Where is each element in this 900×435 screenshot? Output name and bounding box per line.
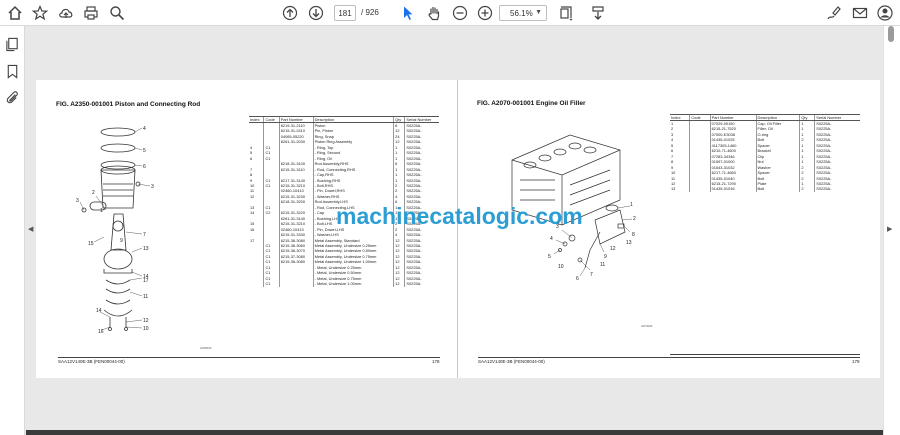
right-table-rule — [670, 354, 860, 355]
callout-label: 16 — [98, 329, 104, 335]
select-cursor-icon[interactable] — [399, 4, 417, 22]
print-icon[interactable] — [82, 4, 100, 22]
table-cell — [689, 186, 711, 192]
callout-label: 4 — [143, 126, 146, 132]
collapse-right-pane-icon[interactable]: ▶ — [887, 225, 892, 233]
zoom-search-icon[interactable] — [108, 4, 126, 22]
right-figure-title: FIG. A2070-001001 Engine Oil Filler — [477, 100, 586, 107]
callout-label: 1 — [100, 208, 103, 214]
callout-label: 9 — [120, 238, 123, 244]
sign-icon[interactable] — [825, 4, 843, 22]
left-footer-code: SAA12V140E-3B (FEN00044-00) — [58, 359, 125, 364]
table-row: 13 01435-01016 Bolt 2 S0225A- — [670, 186, 860, 192]
chevron-down-icon: ▼ — [535, 9, 542, 16]
hand-tool-icon[interactable] — [425, 4, 443, 22]
callout-label: 3 — [76, 198, 79, 204]
right-parts-table: Index Code Part Number Description Qty Serial… — [670, 114, 860, 192]
piston-connecting-rod-drawing: 4 5 6 3 2 3 1 7 15 13 9 14 17 11 14 12 1… — [76, 126, 154, 335]
home-icon[interactable] — [6, 4, 24, 22]
left-footer-rule — [58, 357, 440, 358]
zoom-out-icon[interactable] — [451, 4, 469, 22]
callout-label: 10 — [558, 264, 564, 270]
callout-label: 6 — [576, 276, 579, 282]
table-row: C1 - Metal, Undersize 1.00mm 12 S0225A- — [249, 281, 439, 287]
right-drawing-ref: A2070K01 — [641, 325, 653, 328]
scroll-mode-icon[interactable] — [589, 4, 607, 22]
left-parts-table: Index Code Part Number Description Qty Serial… — [249, 116, 439, 287]
zoom-level-value: 56.1% — [510, 8, 533, 18]
callout-label: 1 — [630, 202, 633, 208]
callout-label: 12 — [610, 246, 616, 252]
right-footer-code: SAA12V140E-3B (FEN00044-00) — [478, 359, 545, 364]
left-drawing-ref: A2350K01 — [200, 347, 212, 350]
callout-label: 6 — [143, 164, 146, 170]
collapse-left-pane-icon[interactable]: ◀ — [28, 225, 33, 233]
left-page-number: 178 — [432, 359, 440, 364]
table-cell: 13 — [671, 186, 676, 192]
previous-page-icon[interactable] — [281, 4, 299, 22]
callout-label: 10 — [143, 326, 149, 332]
callout-label: 4 — [550, 236, 553, 242]
watermark-text: machinecatalogic.com — [336, 203, 583, 229]
right-footer-rule — [478, 357, 860, 358]
toolbar: 181 / 926 56.1% ▼ — [0, 0, 900, 26]
next-page-icon[interactable] — [307, 4, 325, 22]
table-cell: 12 — [393, 281, 405, 287]
zoom-in-icon[interactable] — [476, 4, 494, 22]
bookmark-star-icon[interactable] — [31, 4, 49, 22]
account-icon[interactable] — [876, 4, 894, 22]
callout-label: 11 — [600, 262, 605, 268]
page-total-label: / 926 — [361, 8, 379, 17]
callout-label: 8 — [632, 232, 635, 238]
left-navigation-pane — [0, 26, 25, 435]
table-cell: S0225A- — [814, 186, 860, 192]
fit-page-icon[interactable] — [557, 4, 575, 22]
zoom-level-select[interactable]: 56.1% ▼ — [499, 5, 547, 21]
table-cell: 01435-01016 — [709, 186, 757, 192]
right-page-number: 179 — [852, 359, 860, 364]
table-cell — [249, 281, 264, 286]
callout-label: 15 — [88, 241, 94, 247]
callout-label: 3 — [151, 184, 154, 190]
bookmarks-icon[interactable] — [5, 64, 20, 79]
bottom-bar — [26, 430, 883, 435]
callout-label: 7 — [590, 272, 593, 278]
callout-label: 12 — [143, 318, 149, 324]
callout-label: 2 — [633, 216, 636, 222]
callout-label: 5 — [548, 254, 551, 260]
email-icon[interactable] — [851, 4, 869, 22]
callout-label: 17 — [143, 278, 149, 284]
callout-label: 13 — [143, 246, 149, 252]
callout-label: 5 — [143, 148, 146, 154]
table-cell — [278, 281, 314, 287]
table-cell: S0225A- — [404, 281, 439, 287]
callout-label: 2 — [92, 190, 95, 196]
callout-label: 7 — [143, 232, 146, 238]
cloud-upload-icon[interactable] — [57, 4, 75, 22]
attachments-icon[interactable] — [5, 90, 20, 105]
table-cell: Bolt — [755, 186, 800, 192]
table-cell: C1 — [263, 281, 280, 287]
page-number-input[interactable]: 181 — [334, 5, 356, 21]
table-cell: 2 — [799, 186, 815, 192]
callout-label: 14 — [96, 308, 102, 314]
callout-label: 13 — [626, 240, 632, 246]
left-figure-title: FIG. A2350-001001 Piston and Connecting … — [56, 101, 201, 108]
callout-label: 9 — [604, 254, 607, 260]
scrollbar-thumb[interactable] — [888, 26, 894, 42]
pages-icon[interactable] — [5, 37, 20, 52]
table-cell: - Metal, Undersize 1.00mm — [312, 281, 394, 287]
callout-label: 11 — [143, 294, 148, 300]
